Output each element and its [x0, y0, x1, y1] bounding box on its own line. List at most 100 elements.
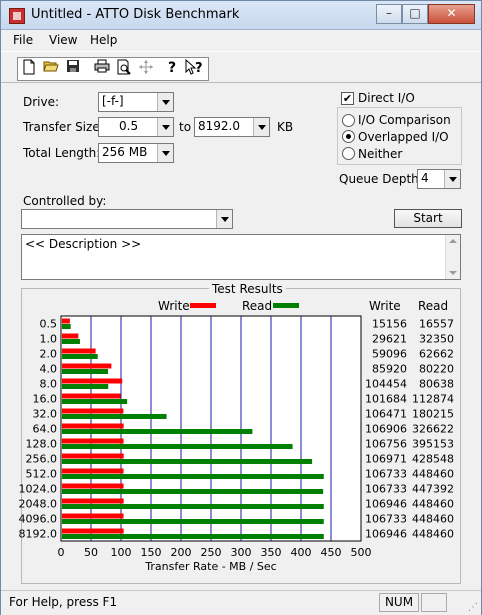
menu-file[interactable]: File — [13, 33, 33, 47]
overlapped-io-radio[interactable] — [342, 130, 355, 143]
write-value: 106906 — [365, 423, 407, 436]
queue-depth-value: 4 — [421, 171, 429, 185]
save-icon[interactable] — [63, 59, 83, 79]
read-value: 32350 — [419, 333, 454, 346]
chevron-down-icon[interactable] — [444, 170, 460, 188]
app-icon[interactable] — [9, 8, 25, 24]
category-label: 1.0 — [40, 333, 58, 346]
transfer-size-from-value: 0.5 — [119, 119, 139, 133]
write-value: 106946 — [365, 528, 407, 541]
read-value: 62662 — [419, 348, 454, 361]
chevron-down-icon[interactable] — [253, 118, 269, 136]
close-button[interactable]: ✕ — [428, 4, 475, 24]
category-label: 2.0 — [40, 348, 58, 361]
start-button[interactable]: Start — [394, 209, 462, 228]
chevron-down-icon[interactable] — [157, 93, 173, 111]
chevron-down-icon[interactable] — [216, 210, 232, 228]
to-label: to — [179, 120, 192, 134]
write-value: 101684 — [365, 393, 407, 406]
num-lock-indicator: NUM — [379, 593, 419, 612]
title-bar[interactable]: Untitled - ATTO Disk Benchmark – □ ✕ — [1, 1, 481, 30]
read-bar — [62, 534, 324, 539]
minimize-button[interactable]: – — [376, 4, 402, 24]
x-axis-label: Transfer Rate - MB / Sec — [144, 560, 276, 573]
category-label: 32.0 — [33, 408, 58, 421]
context-help-icon[interactable]: ? — [184, 58, 204, 79]
app-window: Untitled - ATTO Disk Benchmark – □ ✕ Fil… — [0, 0, 482, 615]
queue-depth-select[interactable]: 4 — [417, 169, 461, 189]
open-folder-icon[interactable] — [41, 59, 61, 79]
chevron-down-icon[interactable] — [157, 118, 173, 136]
read-bar — [62, 324, 71, 329]
write-value: 29621 — [372, 333, 407, 346]
direct-io-label[interactable]: Direct I/O — [358, 91, 415, 105]
x-tick-label: 250 — [201, 546, 222, 559]
status-bar: For Help, press F1 NUM ⋰ — [1, 590, 481, 615]
category-label: 4096.0 — [19, 513, 58, 526]
move-icon[interactable] — [136, 59, 156, 79]
overlapped-io-label[interactable]: Overlapped I/O — [358, 130, 449, 144]
write-value: 59096 — [372, 348, 407, 361]
transfer-size-from-select[interactable]: 0.5 — [98, 117, 174, 137]
read-bar — [62, 429, 253, 434]
write-bar — [62, 513, 124, 519]
read-bar — [62, 444, 293, 449]
write-bar — [62, 423, 124, 429]
read-value: 112874 — [412, 393, 454, 406]
read-value: 180215 — [412, 408, 454, 421]
read-bar — [62, 504, 324, 509]
neither-radio[interactable] — [342, 147, 355, 160]
menu-help[interactable]: Help — [90, 33, 117, 47]
transfer-size-to-select[interactable]: 8192.0 — [194, 117, 270, 137]
write-bar — [62, 393, 121, 399]
read-value: 80638 — [419, 378, 454, 391]
chevron-down-icon[interactable] — [157, 144, 173, 162]
read-bar — [62, 414, 167, 419]
read-value: 448460 — [412, 513, 454, 526]
category-label: 4.0 — [40, 363, 58, 376]
controlled-by-select[interactable] — [21, 209, 233, 229]
maximize-button[interactable]: □ — [402, 4, 428, 24]
drive-select[interactable]: [-f-] — [98, 92, 174, 112]
direct-io-checkbox[interactable]: ✔ — [341, 92, 354, 105]
read-value: 16557 — [419, 318, 454, 331]
write-value: 85920 — [372, 363, 407, 376]
io-comparison-label[interactable]: I/O Comparison — [358, 113, 451, 127]
read-bar — [62, 369, 109, 374]
total-length-select[interactable]: 256 MB — [98, 143, 174, 163]
scroll-down-icon[interactable] — [449, 271, 457, 275]
category-label: 2048.0 — [19, 498, 58, 511]
scroll-up-icon[interactable] — [449, 239, 457, 243]
description-text: << Description >> — [25, 237, 142, 251]
help-icon[interactable]: ? — [162, 59, 182, 79]
status-help-text: For Help, press F1 — [9, 595, 118, 609]
read-value: 447392 — [412, 483, 454, 496]
description-box[interactable]: << Description >> — [21, 234, 461, 280]
write-value: 106971 — [365, 453, 407, 466]
new-file-icon[interactable] — [19, 59, 39, 79]
neither-label[interactable]: Neither — [358, 147, 402, 161]
category-label: 16.0 — [33, 393, 58, 406]
print-icon[interactable] — [92, 59, 112, 79]
read-bar — [62, 384, 109, 389]
category-label: 0.5 — [40, 318, 58, 331]
category-label: 512.0 — [26, 468, 58, 481]
category-label: 8.0 — [40, 378, 58, 391]
write-bar — [62, 363, 112, 369]
read-bar — [62, 354, 98, 359]
write-bar — [62, 333, 79, 339]
transfer-size-to-value: 8192.0 — [198, 119, 240, 133]
description-scrollbar[interactable] — [445, 235, 460, 279]
print-preview-icon[interactable] — [114, 59, 134, 79]
read-value: 448460 — [412, 498, 454, 511]
write-value: 106733 — [365, 483, 407, 496]
toolbar: ? ? — [1, 51, 481, 83]
x-tick-label: 200 — [171, 546, 192, 559]
io-comparison-radio[interactable] — [342, 114, 355, 127]
x-tick-label: 450 — [321, 546, 342, 559]
status-pane-empty — [421, 593, 447, 612]
menu-view[interactable]: View — [49, 33, 77, 47]
category-label: 64.0 — [33, 423, 58, 436]
resize-grip-icon[interactable]: ⋰ — [468, 602, 478, 613]
x-tick-label: 350 — [261, 546, 282, 559]
